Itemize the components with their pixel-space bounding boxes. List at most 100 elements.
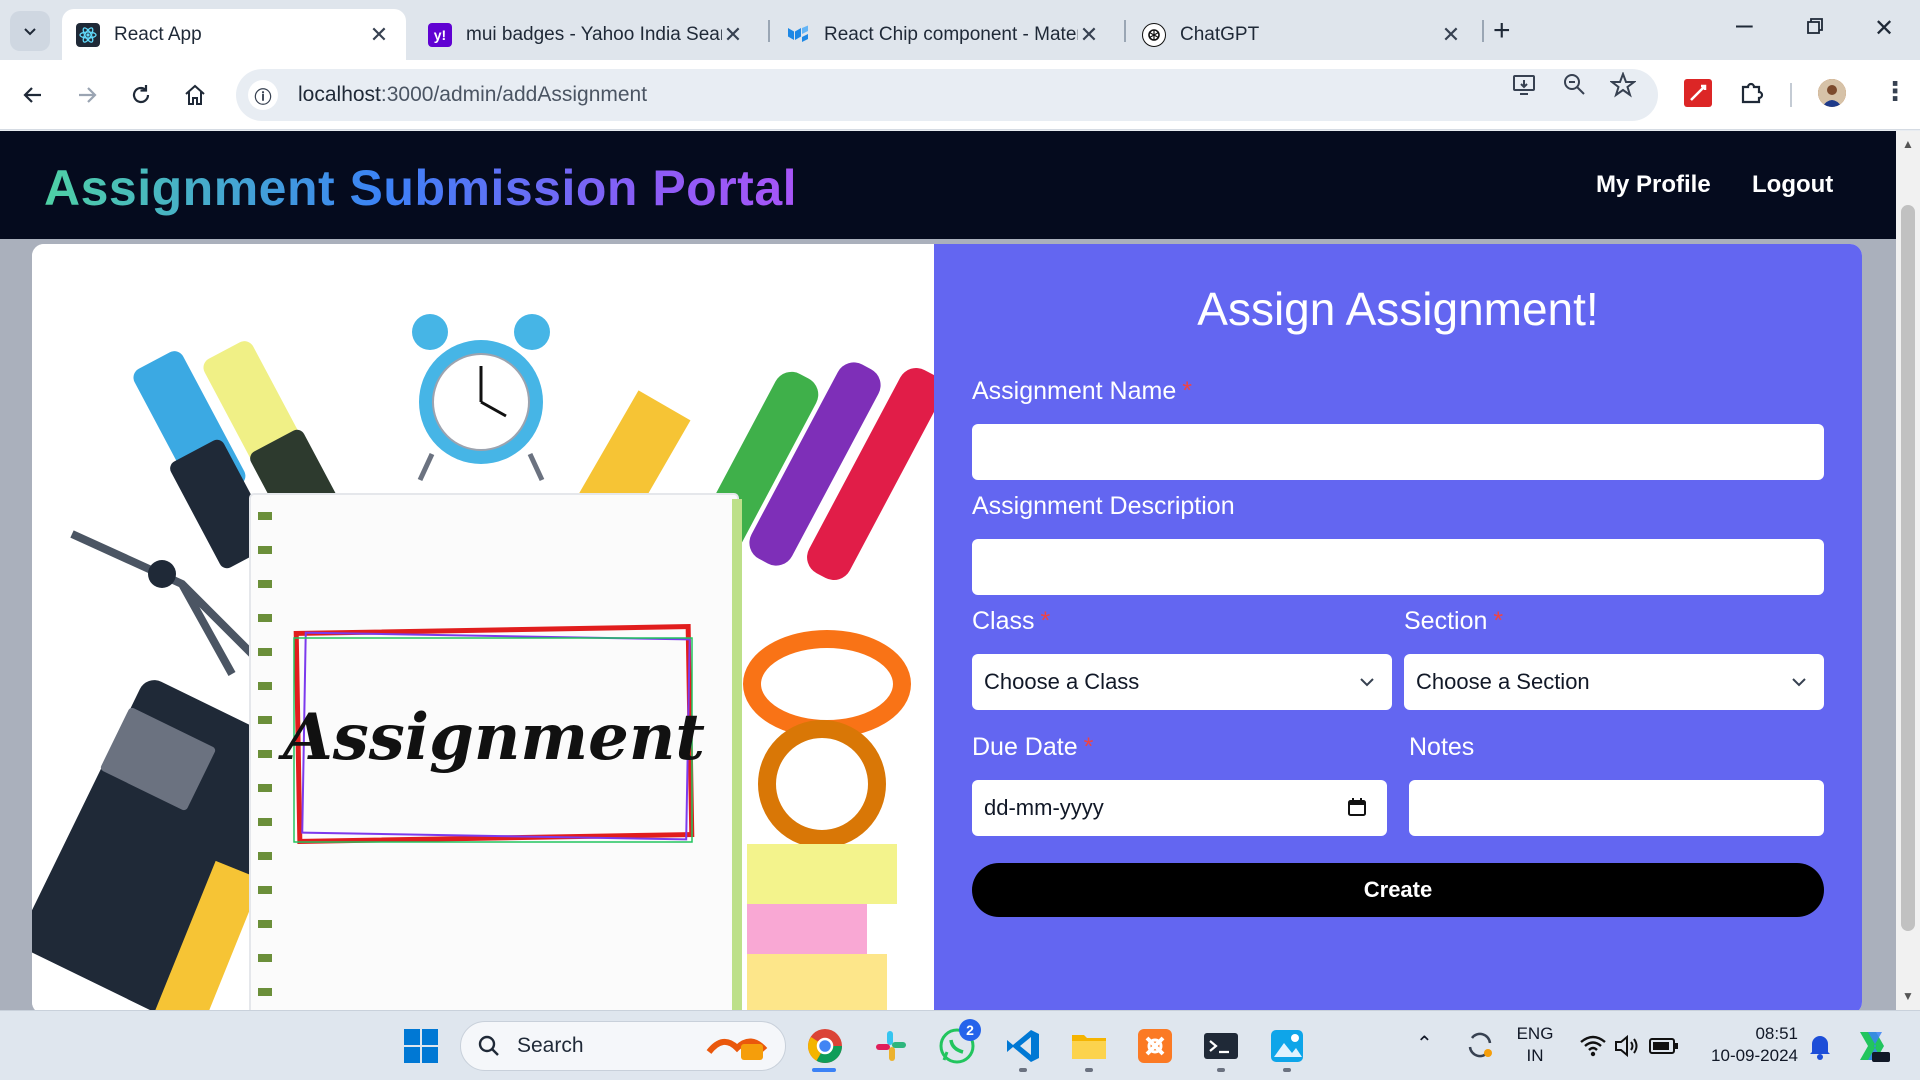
photos-icon[interactable] bbox=[1268, 1027, 1306, 1065]
brand-title[interactable]: Assignment Submission Portal bbox=[44, 159, 797, 217]
running-app-dot bbox=[1085, 1068, 1093, 1072]
close-tab-icon[interactable]: ✕ bbox=[722, 22, 744, 48]
tab-separator bbox=[768, 20, 770, 42]
battery-icon[interactable] bbox=[1648, 1031, 1680, 1061]
address-bar[interactable]: ⓘ localhost:3000/admin/addAssignment bbox=[236, 69, 1658, 121]
class-label: Class * bbox=[972, 607, 1050, 636]
input-language-indicator[interactable]: ENG IN bbox=[1512, 1023, 1558, 1067]
tray-overflow-chevron-icon[interactable]: ⌃ bbox=[1416, 1033, 1433, 1055]
label-text: Due Date bbox=[972, 733, 1078, 761]
file-explorer-icon[interactable] bbox=[1070, 1027, 1108, 1065]
language-code: ENG bbox=[1516, 1024, 1554, 1043]
class-select[interactable]: Choose a Class bbox=[972, 654, 1392, 710]
tab-chatgpt[interactable]: ChatGPT ✕ bbox=[1128, 9, 1478, 60]
profile-avatar[interactable] bbox=[1818, 79, 1846, 107]
back-arrow-icon[interactable] bbox=[14, 76, 52, 114]
bookmark-star-icon[interactable] bbox=[1609, 71, 1637, 105]
copilot-icon[interactable] bbox=[1852, 1026, 1892, 1066]
notes-label: Notes bbox=[1409, 733, 1475, 761]
close-window-icon[interactable]: ✕ bbox=[1874, 14, 1894, 43]
chevron-down-icon bbox=[1792, 678, 1806, 687]
chatgpt-icon bbox=[1142, 22, 1166, 47]
page-scrollbar[interactable]: ▲ ▼ bbox=[1896, 131, 1920, 1010]
sync-icon[interactable] bbox=[1464, 1029, 1496, 1061]
extension-icon[interactable] bbox=[1684, 79, 1712, 107]
url-host: localhost bbox=[298, 83, 381, 106]
tab-react-app[interactable]: React App ✕ bbox=[62, 9, 406, 60]
section-select[interactable]: Choose a Section bbox=[1404, 654, 1824, 710]
browser-menu-icon[interactable]: ⋮ bbox=[1882, 76, 1908, 107]
wifi-icon[interactable] bbox=[1578, 1031, 1608, 1061]
assignment-name-input[interactable] bbox=[972, 424, 1824, 480]
app-navbar: Assignment Submission Portal My Profile … bbox=[0, 131, 1896, 239]
required-mark: * bbox=[1083, 733, 1094, 761]
tab-separator bbox=[1124, 20, 1126, 42]
tab-yahoo-search[interactable]: y! mui badges - Yahoo India Searc ✕ bbox=[414, 9, 760, 60]
taskbar-search-box[interactable]: Search bbox=[460, 1021, 786, 1071]
restore-icon[interactable] bbox=[1806, 14, 1824, 42]
assignment-description-input[interactable] bbox=[972, 539, 1824, 595]
volume-icon[interactable] bbox=[1612, 1031, 1642, 1061]
react-icon bbox=[76, 22, 100, 47]
page-viewport: Assignment Submission Portal My Profile … bbox=[0, 131, 1896, 1010]
reload-icon[interactable] bbox=[122, 76, 160, 114]
scrollbar-thumb[interactable] bbox=[1901, 205, 1915, 931]
search-icon bbox=[478, 1035, 499, 1056]
required-mark: * bbox=[1493, 607, 1504, 635]
chevron-down-icon bbox=[24, 28, 36, 36]
calendar-icon[interactable] bbox=[1347, 797, 1367, 817]
scroll-up-icon[interactable]: ▲ bbox=[1902, 137, 1914, 151]
logout-link[interactable]: Logout bbox=[1752, 171, 1833, 199]
assignment-name-label: Assignment Name * bbox=[972, 377, 1192, 406]
whatsapp-unread-badge: 2 bbox=[959, 1019, 981, 1041]
notification-bell-icon[interactable] bbox=[1806, 1031, 1834, 1061]
tab-separator bbox=[1482, 20, 1484, 42]
notes-input[interactable] bbox=[1409, 780, 1824, 836]
tab-mui-chip[interactable]: React Chip component - Materi ✕ bbox=[772, 9, 1116, 60]
close-tab-icon[interactable]: ✕ bbox=[1078, 22, 1100, 48]
slack-icon[interactable] bbox=[872, 1027, 910, 1065]
taskbar-search-label: Search bbox=[517, 1034, 584, 1057]
zoom-icon[interactable] bbox=[1562, 72, 1586, 103]
new-tab-plus-icon[interactable]: + bbox=[1493, 14, 1511, 48]
url-path: :3000/admin/addAssignment bbox=[380, 83, 648, 106]
install-app-icon[interactable] bbox=[1512, 72, 1538, 105]
close-tab-icon[interactable]: ✕ bbox=[1440, 22, 1462, 48]
browser-toolbar: ⓘ localhost:3000/admin/addAssignment ⋮ bbox=[0, 60, 1920, 130]
section-select-value: Choose a Section bbox=[1416, 669, 1590, 694]
label-text: Section bbox=[1404, 607, 1488, 635]
region-code: IN bbox=[1526, 1046, 1544, 1065]
clock-date: 10-09-2024 bbox=[1711, 1046, 1798, 1065]
terminal-icon[interactable] bbox=[1202, 1027, 1240, 1065]
minimize-icon[interactable]: – bbox=[1736, 8, 1753, 42]
yahoo-icon: y! bbox=[428, 22, 452, 47]
tab-title: ChatGPT bbox=[1180, 23, 1260, 45]
chrome-icon[interactable] bbox=[806, 1027, 844, 1065]
due-date-label: Due Date * bbox=[972, 733, 1093, 762]
due-date-input[interactable]: dd-mm-yyyy bbox=[972, 780, 1387, 836]
label-text: Assignment Name bbox=[972, 377, 1177, 405]
home-icon[interactable] bbox=[176, 76, 214, 114]
vscode-icon[interactable] bbox=[1004, 1027, 1042, 1065]
assignment-card: Assignment Assign Assignment! Assignment… bbox=[32, 244, 1862, 1010]
site-info-icon[interactable]: ⓘ bbox=[248, 80, 278, 110]
extensions-puzzle-icon[interactable] bbox=[1738, 78, 1766, 106]
windows-start-icon[interactable] bbox=[402, 1027, 440, 1065]
scroll-down-icon[interactable]: ▼ bbox=[1902, 989, 1914, 1003]
search-highlight-icon bbox=[706, 1038, 768, 1060]
running-app-dot bbox=[1019, 1068, 1027, 1072]
close-tab-icon[interactable]: ✕ bbox=[368, 22, 390, 48]
clock-time: 08:51 bbox=[1755, 1024, 1798, 1043]
tab-search-button[interactable] bbox=[10, 11, 50, 51]
clock[interactable]: 08:51 10-09-2024 bbox=[1698, 1023, 1798, 1067]
section-label: Section * bbox=[1404, 607, 1503, 636]
forward-arrow-icon[interactable] bbox=[68, 76, 106, 114]
active-app-indicator bbox=[812, 1068, 836, 1072]
create-button[interactable]: Create bbox=[972, 863, 1824, 917]
browser-tab-strip: React App ✕ y! mui badges - Yahoo India … bbox=[0, 0, 1920, 60]
assignment-illustration: Assignment bbox=[32, 244, 934, 1010]
due-date-placeholder: dd-mm-yyyy bbox=[984, 795, 1104, 820]
xampp-icon[interactable] bbox=[1136, 1027, 1174, 1065]
mui-icon bbox=[786, 23, 810, 47]
my-profile-link[interactable]: My Profile bbox=[1596, 171, 1711, 199]
